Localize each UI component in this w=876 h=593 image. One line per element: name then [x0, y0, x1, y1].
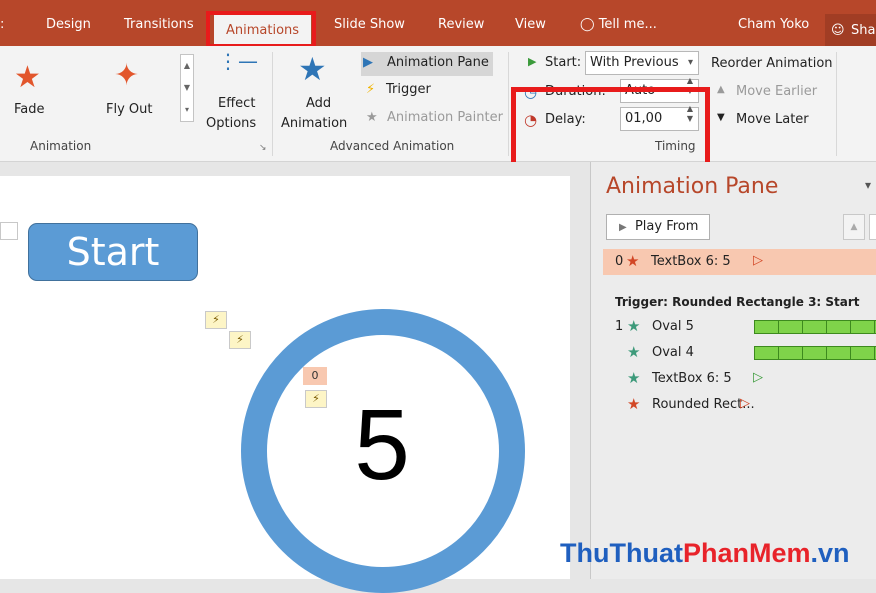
tab-design[interactable]: Design	[46, 14, 91, 36]
trigger-header: Trigger: Rounded Rectangle 3: Start	[615, 295, 860, 309]
trigger-lightning-icon[interactable]: ⚡	[305, 390, 327, 408]
move-down-button[interactable]	[869, 214, 876, 240]
fade-star-icon: ★	[14, 60, 41, 95]
play-from-label: Play From	[634, 219, 699, 234]
down-arrow-icon: ▼	[717, 112, 725, 123]
timeline-bar[interactable]	[754, 320, 876, 334]
fly-out-star-icon: ✦	[114, 58, 140, 93]
start-value: With Previous	[590, 55, 679, 70]
tell-me-label: Tell me...	[598, 17, 657, 32]
tab-slide-show[interactable]: Slide Show	[334, 14, 405, 36]
chevron-down-icon: ▾	[687, 57, 693, 68]
countdown-textbox[interactable]: 5	[332, 385, 432, 505]
group-label-animation: Animation	[30, 139, 92, 153]
effect-options-icon: ⋮—	[218, 49, 258, 73]
animation-pane-icon: ▶	[363, 55, 373, 70]
entrance-star-icon: ★	[627, 317, 641, 335]
item-name: TextBox 6: 5	[652, 371, 732, 386]
chevron-down-icon[interactable]: ▾	[865, 178, 871, 192]
trigger-icon: ⚡	[366, 82, 376, 97]
highlight-box-animations-tab	[206, 11, 316, 48]
animation-list-item[interactable]: ★ TextBox 6: 5 ▷	[591, 367, 876, 393]
start-rounded-rectangle[interactable]: Start	[28, 223, 198, 281]
add-animation-line2[interactable]: Animation	[281, 116, 347, 131]
lightbulb-icon: ◯	[580, 17, 595, 32]
tab-transitions[interactable]: Transitions	[124, 14, 194, 36]
add-animation-star-icon: ★	[298, 50, 327, 88]
share-label: Sha	[851, 23, 876, 38]
group-label-advanced: Advanced Animation	[330, 139, 455, 153]
animation-painter-button: Animation Painter	[387, 110, 503, 125]
watermark-logo: ThuThuatPhanMem.vn	[560, 538, 850, 569]
reorder-animation-label: Reorder Animation	[711, 56, 833, 71]
animation-painter-icon: ★	[366, 110, 378, 125]
effect-options-line2[interactable]: Options	[206, 116, 256, 131]
fly-out-label[interactable]: Fly Out	[106, 102, 152, 117]
exit-triangle-icon: ▷	[753, 253, 763, 268]
move-later-button[interactable]: Move Later	[736, 112, 809, 127]
play-from-button[interactable]: ▶ Play From	[606, 214, 710, 240]
tab-review[interactable]: Review	[438, 14, 484, 36]
move-earlier-button: Move Earlier	[736, 84, 818, 99]
start-dropdown[interactable]: With Previous ▾	[585, 51, 699, 75]
timeline-bar[interactable]	[754, 346, 876, 360]
entrance-star-icon: ★	[627, 369, 641, 387]
start-label: Start:	[545, 55, 582, 70]
animation-pane-label: Animation Pane	[387, 55, 489, 70]
group-separator	[508, 52, 509, 156]
item-index: 1	[615, 319, 624, 334]
play-icon: ▶	[619, 222, 627, 233]
gallery-scroll[interactable]: ▲ ▼ ▾	[180, 54, 194, 122]
animation-pane: Animation Pane ▾ ▶ Play From ▲ 0 ★ TextB…	[590, 162, 876, 579]
item-name: Oval 4	[652, 345, 694, 360]
animation-pane-button[interactable]: ▶ Animation Pane	[361, 52, 493, 76]
trigger-button[interactable]: Trigger	[386, 82, 431, 97]
emphasis-star-icon: ★	[627, 395, 641, 413]
watermark-part1: ThuThuat	[560, 538, 683, 568]
watermark-part2: PhanMem	[682, 538, 811, 568]
tab-overflow: :	[0, 17, 5, 32]
green-triangle-icon: ▷	[753, 370, 763, 385]
animation-list-item[interactable]: 1 ★ Oval 5	[591, 315, 876, 341]
animation-list-item-selected[interactable]: 0 ★ TextBox 6: 5 ▷	[603, 249, 876, 275]
group-separator	[836, 52, 837, 156]
animation-list-item[interactable]: ★ Oval 4	[591, 341, 876, 367]
pane-title: Animation Pane	[606, 174, 779, 199]
effect-options-line1[interactable]: Effect	[218, 96, 255, 111]
animation-order-tag[interactable]: 0	[303, 367, 327, 385]
move-up-icon[interactable]: ▲	[843, 214, 865, 240]
share-button[interactable]: ☺ Sha	[825, 14, 876, 46]
item-index: 0	[615, 254, 624, 269]
add-animation-line1[interactable]: Add	[306, 96, 331, 111]
tell-me-search[interactable]: ◯ Tell me...	[580, 14, 657, 36]
entrance-star-icon: ★	[627, 343, 641, 361]
dialog-launcher-icon[interactable]: ↘	[259, 143, 267, 153]
up-arrow-icon: ▲	[717, 84, 725, 95]
start-play-icon: ▶	[528, 55, 537, 68]
user-name[interactable]: Cham Yoko	[738, 14, 809, 36]
ribbon: ★ Fade ✦ Fly Out ▲ ▼ ▾ ⋮— Effect Options A…	[0, 46, 876, 205]
tab-view[interactable]: View	[515, 14, 546, 36]
exit-triangle-icon: ▷	[740, 396, 750, 411]
emphasis-star-icon: ★	[626, 252, 640, 270]
animation-list-item[interactable]: ★ Rounded Rect... ▷	[591, 393, 876, 419]
selection-handle[interactable]	[0, 222, 18, 240]
person-icon: ☺	[831, 23, 845, 38]
ribbon-tab-bar: : Design Transitions Animations Slide Sh…	[0, 0, 876, 48]
fade-label[interactable]: Fade	[14, 102, 45, 117]
trigger-lightning-icon[interactable]: ⚡	[205, 311, 227, 329]
item-name: TextBox 6: 5	[651, 254, 731, 269]
item-name: Oval 5	[652, 319, 694, 334]
group-separator	[272, 52, 273, 156]
watermark-part3: .vn	[810, 538, 850, 568]
trigger-lightning-icon[interactable]: ⚡	[229, 331, 251, 349]
